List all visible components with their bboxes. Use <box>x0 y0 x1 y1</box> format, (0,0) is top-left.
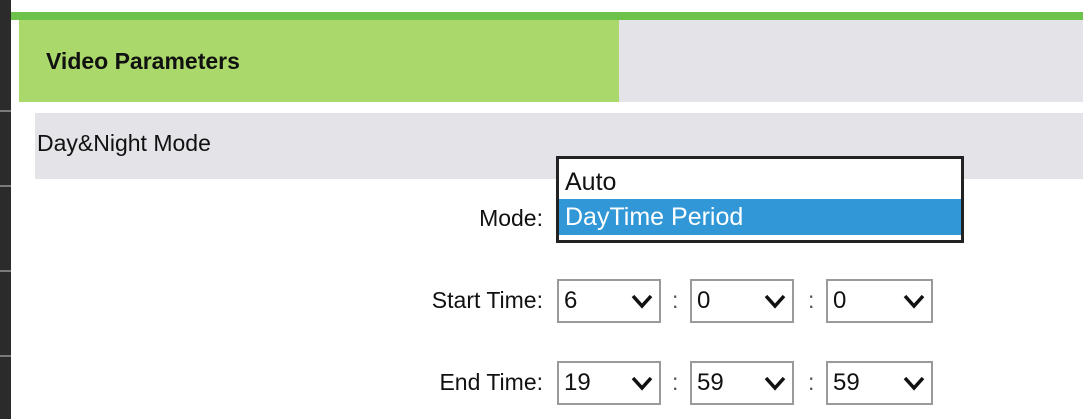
chevron-down-icon <box>903 294 925 309</box>
chevron-down-icon <box>903 376 925 391</box>
header-tab: Video Parameters <box>19 20 619 102</box>
header-filler <box>619 20 1083 102</box>
time-separator: : <box>808 287 815 313</box>
time-separator: : <box>672 369 679 395</box>
rail-tick <box>0 185 11 187</box>
start-minute-select[interactable]: 0 <box>690 279 794 323</box>
mode-dropdown-list[interactable]: Auto DayTime Period <box>556 156 964 243</box>
chevron-down-icon <box>631 294 653 309</box>
mode-option-auto[interactable]: Auto <box>559 165 961 199</box>
chevron-down-icon <box>764 294 786 309</box>
start-second-select[interactable]: 0 <box>826 279 933 323</box>
left-rail <box>0 0 11 419</box>
page-title: Video Parameters <box>46 47 240 74</box>
start-hour-select[interactable]: 6 <box>557 279 661 323</box>
mode-label: Mode: <box>479 205 543 231</box>
start-time-label: Start Time: <box>431 287 543 313</box>
rail-tick <box>0 110 11 112</box>
start-second-value: 0 <box>833 287 847 314</box>
section-title: Day&Night Mode <box>37 130 211 156</box>
top-accent-bar <box>11 12 1083 20</box>
rail-tick <box>0 355 11 357</box>
mode-option-daytime-period[interactable]: DayTime Period <box>559 199 961 235</box>
chevron-down-icon <box>764 376 786 391</box>
start-hour-value: 6 <box>564 287 578 314</box>
time-separator: : <box>672 287 679 313</box>
end-second-value: 59 <box>833 369 860 396</box>
start-minute-value: 0 <box>697 287 711 314</box>
chevron-down-icon <box>631 376 653 391</box>
end-minute-select[interactable]: 59 <box>690 361 794 405</box>
end-hour-select[interactable]: 19 <box>557 361 661 405</box>
time-separator: : <box>808 369 815 395</box>
rail-tick <box>0 270 11 272</box>
end-hour-value: 19 <box>564 369 591 396</box>
end-time-label: End Time: <box>439 369 543 395</box>
end-second-select[interactable]: 59 <box>826 361 933 405</box>
end-minute-value: 59 <box>697 369 724 396</box>
